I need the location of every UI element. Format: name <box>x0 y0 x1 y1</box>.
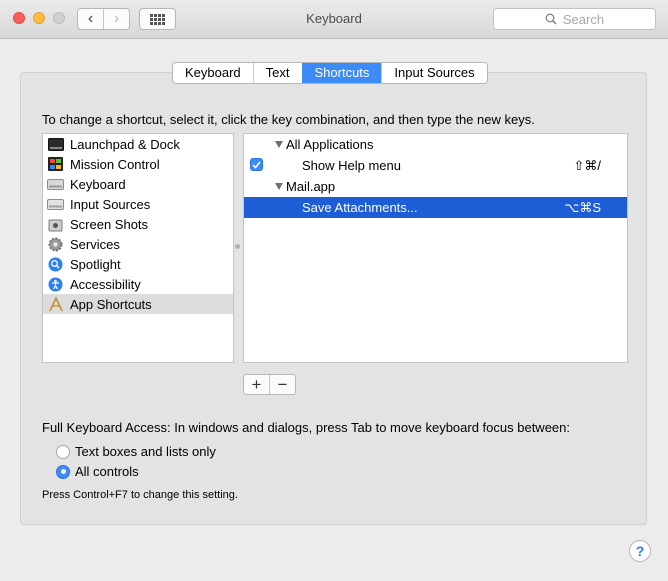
radio-button[interactable] <box>56 444 70 459</box>
keyboard-icon <box>47 177 64 192</box>
shortcut-row-save-attachments[interactable]: Save Attachments... ⌥⌘S <box>244 197 627 218</box>
category-app-shortcuts[interactable]: App Shortcuts <box>43 294 233 314</box>
launchpad-dock-icon <box>47 137 64 152</box>
accessibility-icon <box>47 277 64 292</box>
search-placeholder: Search <box>562 11 605 27</box>
checkmark-icon <box>252 160 261 169</box>
shortcut-group-all-applications[interactable]: All Applications <box>244 134 627 155</box>
radio-all-controls[interactable]: All controls <box>56 464 139 479</box>
tab-input-sources[interactable]: Input Sources <box>381 63 486 83</box>
screenshot-icon <box>47 217 64 232</box>
category-mission-control[interactable]: Mission Control <box>43 154 233 174</box>
key-combination[interactable]: ⇧⌘/ <box>573 155 601 176</box>
category-accessibility[interactable]: Accessibility <box>43 274 233 294</box>
key-combination[interactable]: ⌥⌘S <box>564 197 601 218</box>
tab-text[interactable]: Text <box>252 63 302 83</box>
title-bar: ‹ › Keyboard Search <box>0 0 668 39</box>
disclosure-triangle-icon[interactable] <box>275 183 283 190</box>
search-field[interactable]: Search <box>493 8 656 30</box>
app-shortcuts-icon <box>47 296 64 312</box>
input-sources-icon <box>47 197 64 212</box>
keyboard-hint-text: Press Control+F7 to change this setting. <box>42 489 238 501</box>
category-keyboard[interactable]: Keyboard <box>43 174 233 194</box>
tab-keyboard[interactable]: Keyboard <box>173 63 253 83</box>
help-button[interactable]: ? <box>629 540 651 562</box>
category-spotlight[interactable]: Spotlight <box>43 254 233 274</box>
radio-button-selected[interactable] <box>56 464 70 479</box>
category-list[interactable]: Launchpad & Dock Mission Control Keyboar… <box>42 133 234 363</box>
split-divider-handle[interactable] <box>235 244 240 249</box>
radio-text-boxes-lists[interactable]: Text boxes and lists only <box>56 444 216 459</box>
category-input-sources[interactable]: Input Sources <box>43 194 233 214</box>
category-screen-shots[interactable]: Screen Shots <box>43 214 233 234</box>
mission-control-icon <box>47 157 64 172</box>
disclosure-triangle-icon[interactable] <box>275 141 283 148</box>
tab-bar: Keyboard Text Shortcuts Input Sources <box>172 62 488 84</box>
category-services[interactable]: Services <box>43 234 233 254</box>
full-keyboard-access-label: Full Keyboard Access: In windows and dia… <box>42 420 570 435</box>
shortcut-row-show-help-menu[interactable]: Show Help menu ⇧⌘/ <box>244 155 627 176</box>
shortcuts-list[interactable]: All Applications Show Help menu ⇧⌘/ Mail… <box>243 133 628 363</box>
remove-shortcut-button[interactable]: − <box>269 375 295 394</box>
instructions-text: To change a shortcut, select it, click t… <box>42 112 535 127</box>
add-remove-control: + − <box>243 374 296 395</box>
search-icon <box>545 13 557 25</box>
gear-icon <box>47 237 64 252</box>
category-launchpad-dock[interactable]: Launchpad & Dock <box>43 134 233 154</box>
tab-shortcuts[interactable]: Shortcuts <box>301 63 382 83</box>
add-shortcut-button[interactable]: + <box>244 375 269 394</box>
shortcut-group-mail-app[interactable]: Mail.app <box>244 176 627 197</box>
shortcut-enabled-checkbox[interactable] <box>250 158 263 171</box>
spotlight-icon <box>47 257 64 272</box>
